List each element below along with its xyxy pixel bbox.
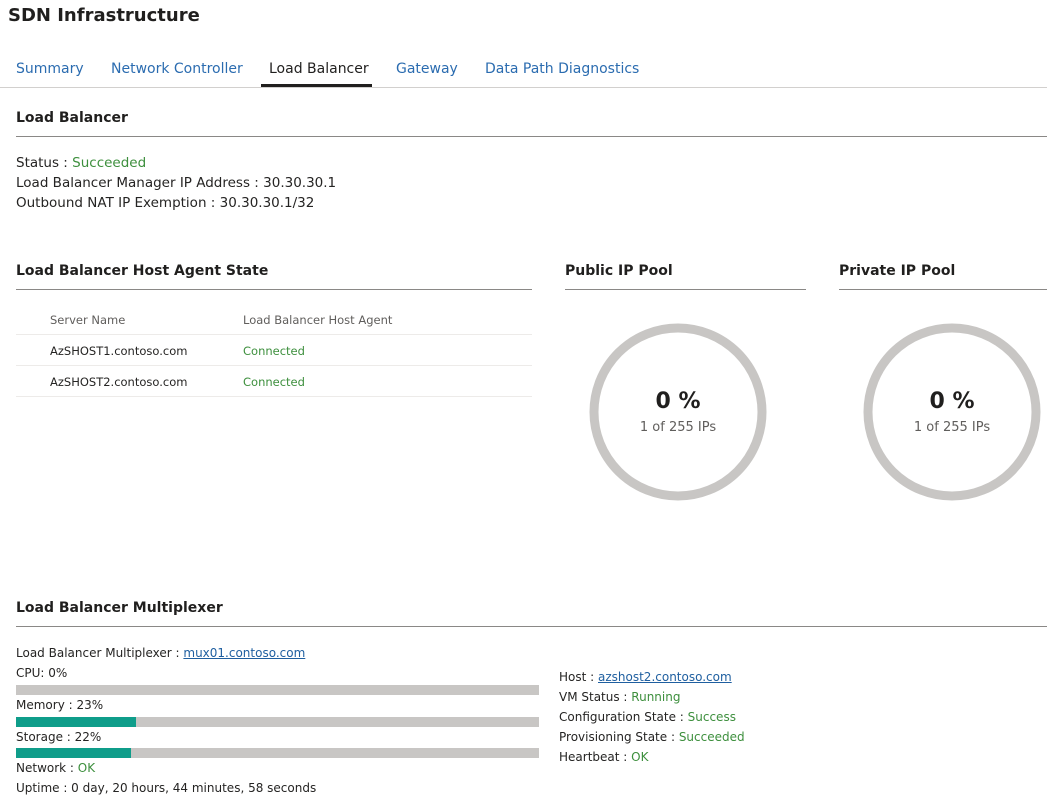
manager-ip-line: Load Balancer Manager IP Address : 30.30… bbox=[16, 175, 336, 191]
memory-label: Memory : 23% bbox=[16, 698, 104, 712]
public-ip-pool-divider bbox=[565, 289, 806, 290]
private-ip-pool-percent: 0 % bbox=[929, 389, 975, 414]
configuration-state-value: Success bbox=[687, 710, 736, 724]
column-header-server-name[interactable]: Server Name bbox=[50, 313, 125, 327]
vm-status-line: VM Status : Running bbox=[559, 690, 680, 704]
manager-ip-value: 30.30.30.1 bbox=[263, 175, 337, 191]
host-agent-divider bbox=[16, 289, 532, 290]
tab-network-controller[interactable]: Network Controller bbox=[111, 61, 243, 77]
load-balancer-divider bbox=[16, 136, 1047, 137]
host-line: Host : azshost2.contoso.com bbox=[559, 670, 732, 684]
nat-exemption-label: Outbound NAT IP Exemption : bbox=[16, 195, 220, 211]
uptime-line: Uptime : 0 day, 20 hours, 44 minutes, 58… bbox=[16, 781, 317, 795]
tab-gateway[interactable]: Gateway bbox=[396, 61, 458, 77]
nat-exemption-line: Outbound NAT IP Exemption : 30.30.30.1/3… bbox=[16, 195, 314, 211]
vm-status-label: VM Status : bbox=[559, 690, 632, 704]
host-agent-table: Server Name Load Balancer Host Agent AzS… bbox=[16, 304, 532, 397]
storage-label: Storage : 22% bbox=[16, 730, 102, 744]
server-name-cell: AzSHOST2.contoso.com bbox=[50, 375, 188, 389]
tab-bar: Summary Network Controller Load Balancer… bbox=[0, 52, 1047, 88]
heartbeat-label: Heartbeat : bbox=[559, 750, 632, 764]
memory-bar-fill bbox=[16, 717, 137, 727]
nat-exemption-value: 30.30.30.1/32 bbox=[219, 195, 315, 211]
table-header-row: Server Name Load Balancer Host Agent bbox=[16, 304, 532, 335]
tab-data-path-diagnostics[interactable]: Data Path Diagnostics bbox=[485, 61, 639, 77]
public-ip-pool-heading: Public IP Pool bbox=[565, 263, 673, 279]
configuration-state-label: Configuration State : bbox=[559, 710, 688, 724]
memory-bar bbox=[16, 717, 539, 727]
mux-name-link[interactable]: mux01.contoso.com bbox=[183, 646, 305, 660]
table-row[interactable]: AzSHOST1.contoso.com Connected bbox=[16, 335, 532, 366]
heartbeat-line: Heartbeat : OK bbox=[559, 750, 648, 764]
cpu-bar bbox=[16, 685, 539, 695]
heartbeat-value: OK bbox=[631, 750, 649, 764]
mux-name-label: Load Balancer Multiplexer : bbox=[16, 646, 184, 660]
host-agent-heading: Load Balancer Host Agent State bbox=[16, 263, 269, 279]
configuration-state-line: Configuration State : Success bbox=[559, 710, 736, 724]
column-header-host-agent[interactable]: Load Balancer Host Agent bbox=[243, 313, 392, 327]
table-row[interactable]: AzSHOST2.contoso.com Connected bbox=[16, 366, 532, 397]
active-tab-indicator bbox=[261, 84, 372, 87]
provisioning-state-line: Provisioning State : Succeeded bbox=[559, 730, 745, 744]
app-title: SDN Infrastructure bbox=[8, 5, 200, 26]
host-link[interactable]: azshost2.contoso.com bbox=[598, 670, 732, 684]
provisioning-state-label: Provisioning State : bbox=[559, 730, 679, 744]
mux-heading: Load Balancer Multiplexer bbox=[16, 600, 223, 616]
storage-bar bbox=[16, 748, 539, 758]
private-ip-pool-usage: 1 of 255 IPs bbox=[913, 420, 991, 435]
server-name-cell: AzSHOST1.contoso.com bbox=[50, 344, 188, 358]
status-line: Status : Succeeded bbox=[16, 155, 146, 171]
host-agent-status-cell: Connected bbox=[243, 375, 305, 389]
cpu-label: CPU: 0% bbox=[16, 666, 68, 680]
host-label: Host : bbox=[559, 670, 598, 684]
tab-load-balancer[interactable]: Load Balancer bbox=[269, 61, 369, 77]
network-value: OK bbox=[77, 761, 96, 775]
vm-status-value: Running bbox=[631, 690, 681, 704]
private-ip-pool-divider bbox=[839, 289, 1047, 290]
network-line: Network : OK bbox=[16, 761, 95, 775]
public-ip-pool-usage: 1 of 255 IPs bbox=[639, 420, 717, 435]
host-agent-status-cell: Connected bbox=[243, 344, 305, 358]
mux-divider bbox=[16, 626, 1047, 627]
network-label: Network : bbox=[16, 761, 78, 775]
status-label: Status : bbox=[16, 155, 73, 171]
public-ip-pool-percent: 0 % bbox=[655, 389, 701, 414]
tab-summary[interactable]: Summary bbox=[16, 61, 84, 77]
status-value: Succeeded bbox=[72, 155, 147, 171]
provisioning-state-value: Succeeded bbox=[678, 730, 745, 744]
private-ip-pool-heading: Private IP Pool bbox=[839, 263, 956, 279]
load-balancer-heading: Load Balancer bbox=[16, 110, 128, 126]
storage-bar-fill bbox=[16, 748, 132, 758]
mux-name-line: Load Balancer Multiplexer : mux01.contos… bbox=[16, 646, 305, 660]
manager-ip-label: Load Balancer Manager IP Address : bbox=[16, 175, 264, 191]
